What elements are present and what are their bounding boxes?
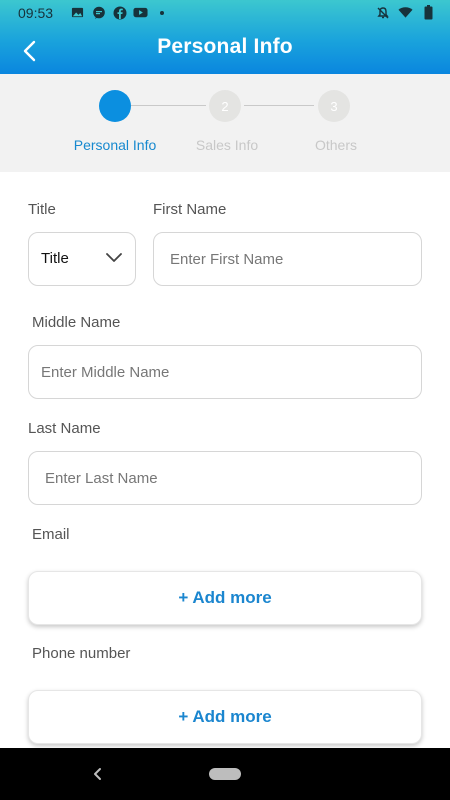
last-name-input[interactable] bbox=[29, 452, 421, 504]
step-connector bbox=[131, 105, 206, 106]
first-name-field[interactable] bbox=[153, 232, 422, 286]
system-nav-bar bbox=[0, 748, 450, 800]
status-time: 09:53 bbox=[18, 5, 54, 21]
email-add-more-button[interactable]: + Add more bbox=[28, 571, 422, 625]
dot-icon bbox=[154, 5, 169, 20]
email-add-more-label: + Add more bbox=[178, 588, 272, 607]
middle-name-field[interactable] bbox=[28, 345, 422, 399]
title-label: Title bbox=[28, 201, 56, 218]
step-2-label[interactable]: Sales Info bbox=[167, 137, 287, 153]
first-name-label: First Name bbox=[153, 201, 227, 218]
youtube-icon bbox=[133, 5, 148, 20]
status-bar: 09:53 bbox=[0, 0, 450, 26]
nav-home-pill[interactable] bbox=[209, 768, 241, 780]
phone-label: Phone number bbox=[32, 645, 131, 662]
last-name-field[interactable] bbox=[28, 451, 422, 505]
screen: 09:53 Personal Info 2 3 Personal Info Sa… bbox=[0, 0, 450, 800]
personal-info-form: Title First Name Title Middle Name Last … bbox=[0, 172, 450, 748]
app-bar: Personal Info bbox=[0, 26, 450, 74]
step-2-circle[interactable]: 2 bbox=[209, 90, 241, 122]
facebook-icon bbox=[112, 5, 127, 20]
step-2-number: 2 bbox=[221, 98, 229, 114]
middle-name-label: Middle Name bbox=[32, 314, 121, 331]
phone-add-more-label: + Add more bbox=[178, 707, 272, 726]
last-name-label: Last Name bbox=[28, 420, 101, 437]
step-1-label[interactable]: Personal Info bbox=[55, 137, 175, 153]
phone-add-more-button[interactable]: + Add more bbox=[28, 690, 422, 744]
image-icon bbox=[70, 5, 85, 20]
title-select-value: Title bbox=[41, 250, 69, 267]
email-label: Email bbox=[32, 526, 70, 543]
chat-icon bbox=[91, 5, 106, 20]
progress-stepper: 2 3 Personal Info Sales Info Others bbox=[0, 74, 450, 172]
nav-back-icon[interactable] bbox=[88, 764, 108, 784]
step-3-circle[interactable]: 3 bbox=[318, 90, 350, 122]
middle-name-input[interactable] bbox=[29, 346, 421, 398]
status-notification-icons bbox=[70, 5, 169, 20]
page-title: Personal Info bbox=[157, 35, 293, 58]
battery-icon bbox=[421, 5, 436, 20]
header: 09:53 Personal Info bbox=[0, 0, 450, 74]
step-3-number: 3 bbox=[330, 98, 338, 114]
mute-icon bbox=[375, 5, 390, 20]
step-3-label[interactable]: Others bbox=[276, 137, 396, 153]
first-name-input[interactable] bbox=[154, 233, 421, 285]
chevron-down-icon bbox=[106, 253, 122, 262]
step-connector bbox=[244, 105, 314, 106]
step-1-circle[interactable] bbox=[99, 90, 131, 122]
status-system-icons bbox=[375, 5, 436, 20]
wifi-icon bbox=[398, 5, 413, 20]
title-select[interactable]: Title bbox=[28, 232, 136, 286]
